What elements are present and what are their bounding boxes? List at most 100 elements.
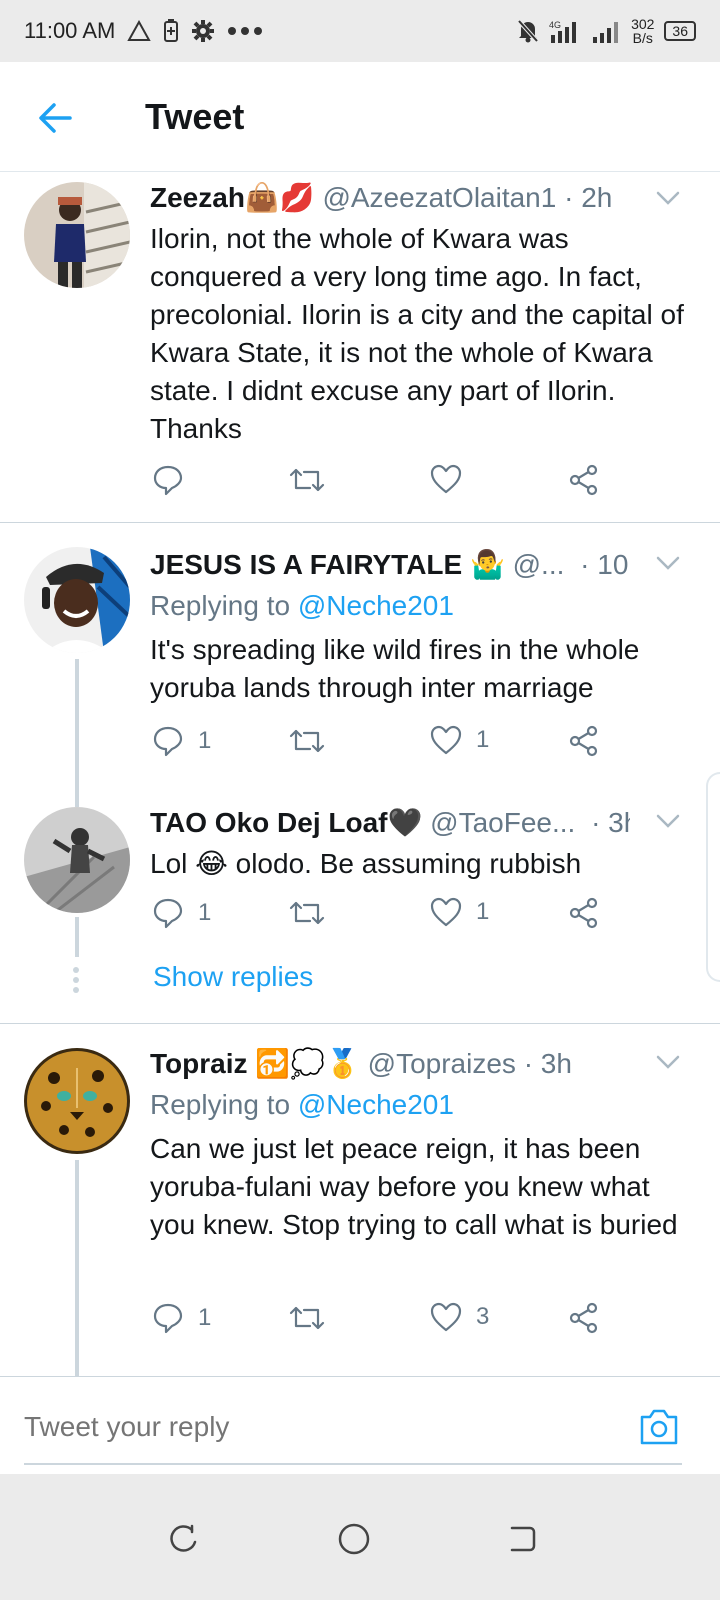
tweet-time: · 2h xyxy=(564,182,613,213)
heart-icon xyxy=(430,464,462,494)
signal-4g-icon: 4G xyxy=(549,19,583,43)
tweet-item[interactable]: Topraiz 🔂💭🥇 @Topraizes · 3h Replying to … xyxy=(0,1024,720,1376)
mention-link[interactable]: @Neche201 xyxy=(298,590,454,621)
retweet-button[interactable] xyxy=(288,1302,326,1334)
avatar[interactable] xyxy=(24,547,130,653)
like-button[interactable]: 1 xyxy=(430,725,489,755)
system-nav-bar xyxy=(0,1474,720,1600)
thread-line xyxy=(75,785,79,807)
reply-icon xyxy=(152,1302,184,1334)
tweet-actions: 1 1 xyxy=(150,725,610,765)
chevron-down-icon[interactable] xyxy=(654,807,682,835)
back-arrow-icon[interactable] xyxy=(36,98,76,138)
recents-icon[interactable] xyxy=(166,1522,200,1556)
retweet-icon xyxy=(288,725,326,757)
settings-icon xyxy=(191,19,215,43)
chevron-down-icon[interactable] xyxy=(654,1048,682,1076)
tweet-item[interactable]: Zeezah👜💋 @AzeezatOlaitan1 · 2h Ilorin, n… xyxy=(0,172,720,522)
replying-to: Replying to @Neche201 xyxy=(150,1086,696,1124)
author-name[interactable]: JESUS IS A FAIRYTALE 🤷‍♂️ xyxy=(150,549,505,580)
tweet-meta: Zeezah👜💋 @AzeezatOlaitan1 · 2h xyxy=(150,180,630,216)
warning-icon xyxy=(127,20,152,42)
reply-button[interactable]: 1 xyxy=(152,1302,211,1334)
reply-count: 1 xyxy=(198,1304,212,1331)
reply-icon xyxy=(152,464,184,496)
mute-icon xyxy=(517,19,539,43)
home-icon[interactable] xyxy=(337,1522,371,1556)
like-count: 1 xyxy=(476,726,490,753)
avatar[interactable] xyxy=(24,182,130,288)
share-icon xyxy=(568,464,600,496)
tweet-text: Lol 😂 olodo. Be assuming rubbish xyxy=(150,848,582,879)
camera-icon[interactable] xyxy=(638,1407,680,1447)
author-name[interactable]: TAO Oko Dej Loaf🖤 xyxy=(150,807,422,838)
retweet-button[interactable] xyxy=(288,897,326,929)
reply-underline xyxy=(24,1463,682,1465)
chevron-down-icon[interactable] xyxy=(654,184,682,212)
replying-prefix: Replying to xyxy=(150,1089,291,1120)
chevron-down-icon[interactable] xyxy=(654,549,682,577)
mention-link[interactable]: @Neche201 xyxy=(298,1089,454,1120)
author-handle[interactable]: @TaoFee... xyxy=(430,807,575,838)
heart-icon xyxy=(430,1302,462,1332)
author-handle[interactable]: @Topraizes xyxy=(368,1048,516,1079)
heart-icon xyxy=(430,725,462,755)
side-panel-handle[interactable] xyxy=(706,772,720,982)
author-handle[interactable]: @... xyxy=(513,549,565,580)
tweet-actions xyxy=(150,464,610,504)
tweet-meta: TAO Oko Dej Loaf🖤 @TaoFee... · 3h xyxy=(150,805,630,841)
retweet-button[interactable] xyxy=(288,725,326,757)
tweet-item[interactable]: JESUS IS A FAIRYTALE 🤷‍♂️ @... · 10h Rep… xyxy=(0,523,720,785)
share-button[interactable] xyxy=(568,1302,600,1334)
like-button[interactable]: 3 xyxy=(430,1302,489,1332)
thread-line xyxy=(75,917,79,957)
retweet-icon xyxy=(288,1302,326,1334)
tweet-item[interactable]: TAO Oko Dej Loaf🖤 @TaoFee... · 3h Lol 😂 … xyxy=(0,785,720,1023)
avatar[interactable] xyxy=(24,807,130,913)
reply-composer xyxy=(0,1376,720,1474)
reply-button[interactable] xyxy=(152,464,198,496)
share-button[interactable] xyxy=(568,897,600,929)
status-bar: 11:00 AM 4G 302 B/s 36 xyxy=(0,0,720,62)
avatar[interactable] xyxy=(24,1048,130,1154)
battery-saver-icon xyxy=(163,19,179,43)
back-icon[interactable] xyxy=(506,1522,540,1556)
retweet-icon xyxy=(288,897,326,929)
signal-icon xyxy=(593,19,621,43)
battery-indicator: 36 xyxy=(664,21,696,41)
share-button[interactable] xyxy=(568,464,600,496)
tweet-actions: 1 1 xyxy=(150,897,610,937)
author-name[interactable]: Zeezah👜💋 xyxy=(150,182,315,213)
svg-text:4G: 4G xyxy=(549,20,561,30)
like-button[interactable]: 1 xyxy=(430,897,489,927)
like-button[interactable] xyxy=(430,464,476,494)
tweet-time: · 3h xyxy=(523,1048,572,1079)
thread-dots xyxy=(73,967,81,997)
speed-unit: B/s xyxy=(632,30,653,46)
page-title: Tweet xyxy=(145,96,245,137)
app-header: Tweet xyxy=(0,62,720,172)
share-icon xyxy=(568,897,600,929)
reply-count: 1 xyxy=(198,899,212,926)
reply-button[interactable]: 1 xyxy=(152,725,211,757)
share-button[interactable] xyxy=(568,725,600,757)
tweet-text: It's spreading like wild fires in the wh… xyxy=(150,634,640,703)
share-icon xyxy=(568,725,600,757)
reply-count: 1 xyxy=(198,727,212,754)
tweet-text: Ilorin, not the whole of Kwara was conqu… xyxy=(150,223,684,444)
like-count: 1 xyxy=(476,898,490,925)
retweet-button[interactable] xyxy=(288,464,326,496)
tweet-time: · 10h xyxy=(580,549,630,580)
replying-to: Replying to @Neche201 xyxy=(150,587,696,625)
speed-value: 302 xyxy=(631,16,655,32)
reply-icon xyxy=(152,897,184,929)
reply-input[interactable] xyxy=(24,1411,584,1443)
share-icon xyxy=(568,1302,600,1334)
replying-prefix: Replying to xyxy=(150,590,291,621)
tweet-actions: 1 3 xyxy=(150,1302,610,1342)
show-replies-link[interactable]: Show replies xyxy=(153,961,313,993)
clock: 11:00 AM xyxy=(24,18,116,43)
author-name[interactable]: Topraiz 🔂💭🥇 xyxy=(150,1048,360,1079)
author-handle[interactable]: @AzeezatOlaitan1 xyxy=(322,182,556,213)
reply-button[interactable]: 1 xyxy=(152,897,211,929)
